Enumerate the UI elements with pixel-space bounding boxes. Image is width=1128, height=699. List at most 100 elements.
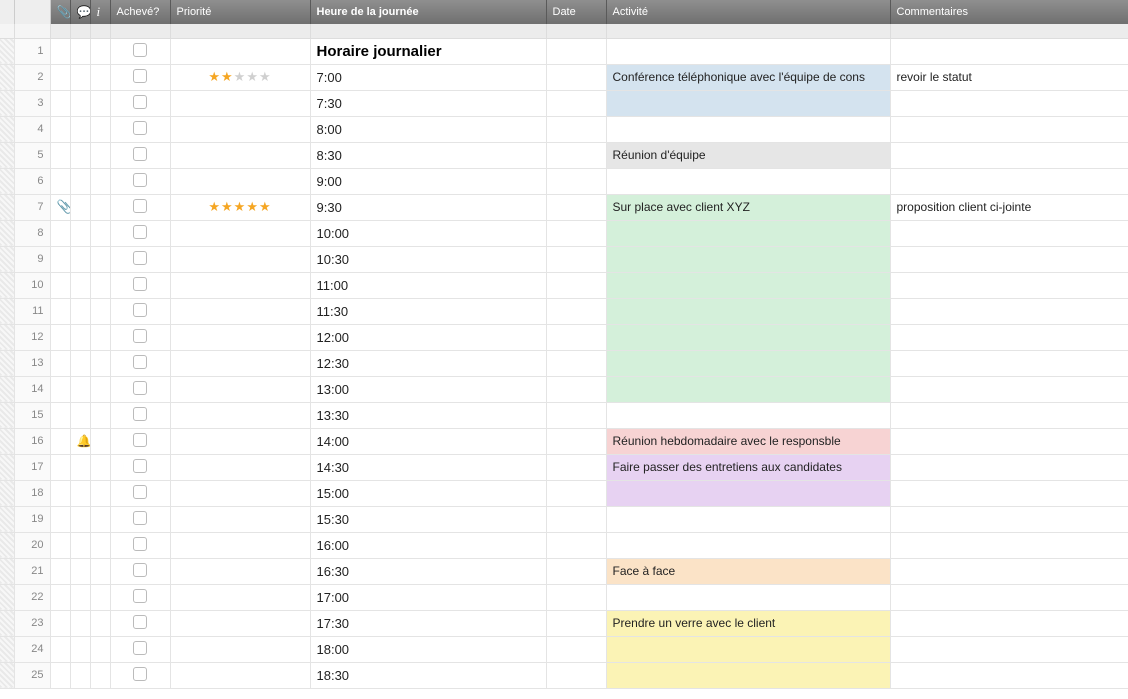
- attachment-cell[interactable]: [50, 246, 70, 272]
- attachment-cell[interactable]: [50, 636, 70, 662]
- done-cell[interactable]: [110, 506, 170, 532]
- row-number[interactable]: 2: [14, 64, 50, 90]
- info-cell[interactable]: [90, 376, 110, 402]
- activity-cell[interactable]: [606, 480, 890, 506]
- table-row[interactable]: 2★★★★★7:00Conférence téléphonique avec l…: [0, 64, 1128, 90]
- priority-cell[interactable]: [170, 610, 310, 636]
- done-cell[interactable]: [110, 142, 170, 168]
- done-cell[interactable]: [110, 454, 170, 480]
- discussion-cell[interactable]: [70, 324, 90, 350]
- done-checkbox[interactable]: [133, 121, 147, 135]
- done-cell[interactable]: [110, 64, 170, 90]
- discussion-cell[interactable]: [70, 454, 90, 480]
- row-number[interactable]: 11: [14, 298, 50, 324]
- done-cell[interactable]: [110, 428, 170, 454]
- attachment-cell[interactable]: [50, 480, 70, 506]
- priority-cell[interactable]: [170, 584, 310, 610]
- info-cell[interactable]: [90, 662, 110, 688]
- done-checkbox[interactable]: [133, 433, 147, 447]
- discussion-cell[interactable]: [70, 168, 90, 194]
- activity-cell[interactable]: [606, 506, 890, 532]
- attachment-cell[interactable]: [50, 38, 70, 64]
- comments-cell[interactable]: proposition client ci-jointe: [890, 194, 1128, 220]
- comments-cell[interactable]: [890, 506, 1128, 532]
- row-number[interactable]: 18: [14, 480, 50, 506]
- discussion-cell[interactable]: [70, 350, 90, 376]
- table-row[interactable]: 2518:30: [0, 662, 1128, 688]
- comments-cell[interactable]: [890, 272, 1128, 298]
- time-cell[interactable]: 18:30: [310, 662, 546, 688]
- comments-cell[interactable]: [890, 662, 1128, 688]
- date-cell[interactable]: [546, 480, 606, 506]
- comments-cell[interactable]: [890, 454, 1128, 480]
- priority-cell[interactable]: [170, 246, 310, 272]
- discussion-cell[interactable]: [70, 64, 90, 90]
- comments-cell[interactable]: [890, 584, 1128, 610]
- discussion-cell[interactable]: [70, 662, 90, 688]
- priority-cell[interactable]: [170, 402, 310, 428]
- comments-cell[interactable]: [890, 558, 1128, 584]
- discussion-cell[interactable]: [70, 220, 90, 246]
- done-checkbox[interactable]: [133, 69, 147, 83]
- activity-cell[interactable]: Face à face: [606, 558, 890, 584]
- discussion-cell[interactable]: 🔔: [70, 428, 90, 454]
- discussion-cell[interactable]: [70, 636, 90, 662]
- time-cell[interactable]: 7:00: [310, 64, 546, 90]
- discussion-cell[interactable]: [70, 90, 90, 116]
- table-row[interactable]: 48:00: [0, 116, 1128, 142]
- discussion-cell[interactable]: [70, 584, 90, 610]
- date-cell[interactable]: [546, 194, 606, 220]
- attachment-cell[interactable]: [50, 168, 70, 194]
- row-number[interactable]: 3: [14, 90, 50, 116]
- priority-cell[interactable]: [170, 376, 310, 402]
- attachment-cell[interactable]: [50, 532, 70, 558]
- priority-cell[interactable]: [170, 142, 310, 168]
- date-cell[interactable]: [546, 506, 606, 532]
- done-cell[interactable]: [110, 298, 170, 324]
- comments-cell[interactable]: [890, 324, 1128, 350]
- priority-cell[interactable]: [170, 506, 310, 532]
- table-row[interactable]: 2217:00: [0, 584, 1128, 610]
- attachment-cell[interactable]: [50, 662, 70, 688]
- attachment-cell[interactable]: [50, 298, 70, 324]
- date-cell[interactable]: [546, 558, 606, 584]
- date-cell[interactable]: [546, 116, 606, 142]
- activity-cell[interactable]: [606, 168, 890, 194]
- comments-cell[interactable]: [890, 610, 1128, 636]
- table-row[interactable]: 1111:30: [0, 298, 1128, 324]
- attachment-cell[interactable]: [50, 64, 70, 90]
- table-row[interactable]: 1212:00: [0, 324, 1128, 350]
- row-number[interactable]: 21: [14, 558, 50, 584]
- priority-cell[interactable]: [170, 558, 310, 584]
- row-number[interactable]: 14: [14, 376, 50, 402]
- table-row[interactable]: 58:30Réunion d'équipe: [0, 142, 1128, 168]
- row-number[interactable]: 7: [14, 194, 50, 220]
- info-cell[interactable]: [90, 116, 110, 142]
- discussion-cell[interactable]: [70, 480, 90, 506]
- row-number[interactable]: 16: [14, 428, 50, 454]
- activity-cell[interactable]: [606, 584, 890, 610]
- done-checkbox[interactable]: [133, 381, 147, 395]
- attachment-cell[interactable]: [50, 506, 70, 532]
- done-checkbox[interactable]: [133, 173, 147, 187]
- done-cell[interactable]: [110, 558, 170, 584]
- comments-cell[interactable]: [890, 220, 1128, 246]
- table-row[interactable]: 1011:00: [0, 272, 1128, 298]
- done-checkbox[interactable]: [133, 667, 147, 681]
- done-cell[interactable]: [110, 480, 170, 506]
- info-cell[interactable]: [90, 324, 110, 350]
- done-checkbox[interactable]: [133, 511, 147, 525]
- priority-cell[interactable]: [170, 298, 310, 324]
- table-row[interactable]: 910:30: [0, 246, 1128, 272]
- info-cell[interactable]: [90, 532, 110, 558]
- done-checkbox[interactable]: [133, 225, 147, 239]
- info-cell[interactable]: [90, 90, 110, 116]
- date-cell[interactable]: [546, 584, 606, 610]
- attachment-cell[interactable]: [50, 350, 70, 376]
- info-cell[interactable]: [90, 142, 110, 168]
- discussion-cell[interactable]: [70, 402, 90, 428]
- done-checkbox[interactable]: [133, 589, 147, 603]
- done-cell[interactable]: [110, 194, 170, 220]
- time-cell[interactable]: 17:30: [310, 610, 546, 636]
- attachment-cell[interactable]: [50, 376, 70, 402]
